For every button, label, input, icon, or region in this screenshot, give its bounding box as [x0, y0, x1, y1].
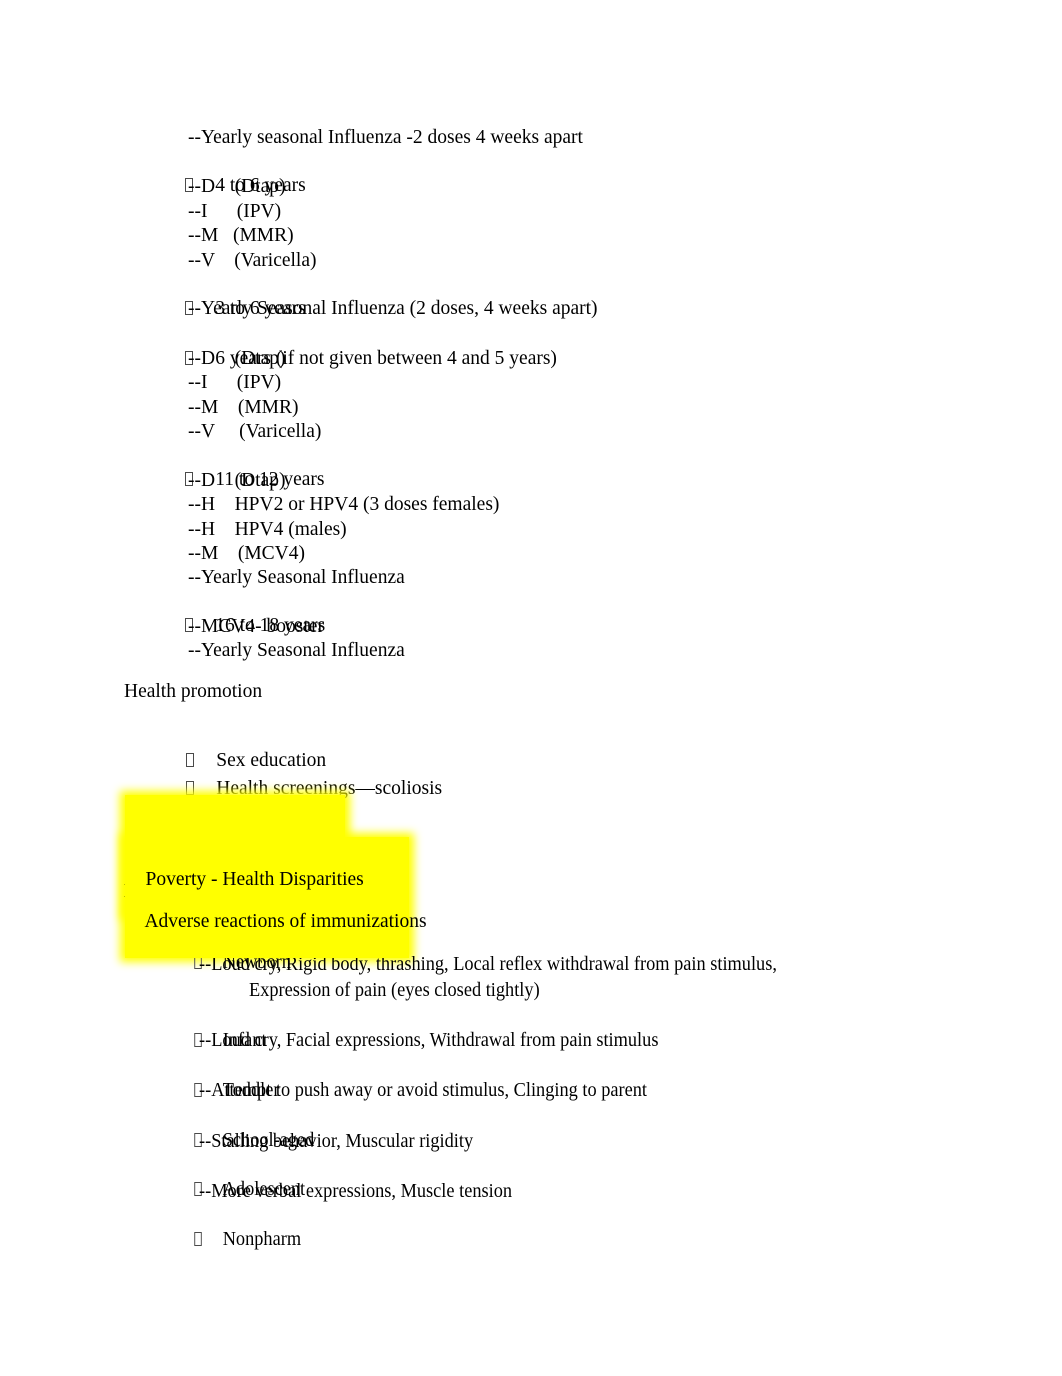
pain-description: --More verbal expressions, Muscle tensio… [199, 1181, 513, 1202]
vaccine-line: --H HPV4 (males) [188, 519, 347, 540]
list-item: Nonpharm [167, 1203, 301, 1277]
vaccine-line: --I (IPV) [188, 201, 282, 222]
pain-stage-label: Nonpharm [222, 1228, 302, 1250]
highlighted-text: Poverty - Health Disparities [145, 868, 364, 890]
highlight-fill [125, 837, 410, 958]
vaccine-line: --V (Varicella) [188, 421, 322, 442]
vaccine-line: --Yearly Seasonal Influenza [188, 567, 405, 588]
vaccine-line: --M (MMR) [188, 397, 299, 418]
document-page: --Yearly seasonal Influenza -2 doses 4 w… [0, 0, 1062, 1376]
vaccine-line: --M (MMR) [188, 225, 294, 246]
immunization-intro-line: --Yearly seasonal Influenza -2 doses 4 w… [188, 127, 583, 148]
highlighted-topic-adverse-reactions: Adverse reactions of immunizations [120, 833, 427, 962]
pain-description: --Stalling behavior, Muscular rigidity [199, 1131, 474, 1152]
vaccine-line: --I (IPV) [188, 372, 282, 393]
vaccine-line: --MCV4- booster [188, 616, 324, 637]
vaccine-line: --D (Dtap) [188, 176, 286, 197]
vaccine-line: --V (Varicella) [188, 250, 317, 271]
pain-description-continuation: Expression of pain (eyes closed tightly) [249, 980, 540, 1001]
health-promotion-heading: Health promotion [124, 681, 263, 702]
pain-description: --Attempt to push away or avoid stimulus… [199, 1080, 648, 1101]
vaccine-line: --H HPV2 or HPV4 (3 doses females) [188, 494, 500, 515]
vaccine-line: --D (Dtap) [188, 470, 286, 491]
vaccine-line: --Yearly Seasonal Influenza [188, 640, 405, 661]
pain-description: --Loud cry, Facial expressions, Withdraw… [199, 1030, 659, 1051]
bullet-box-icon [194, 1231, 203, 1246]
vaccine-line: --Yearly Seasonal Influenza (2 doses, 4 … [188, 298, 598, 319]
vaccine-line: --D (Dtap) [188, 348, 286, 369]
highlighted-text: Adverse reactions of immunizations [144, 910, 427, 932]
vaccine-line: --M (MCV4) [188, 543, 305, 564]
